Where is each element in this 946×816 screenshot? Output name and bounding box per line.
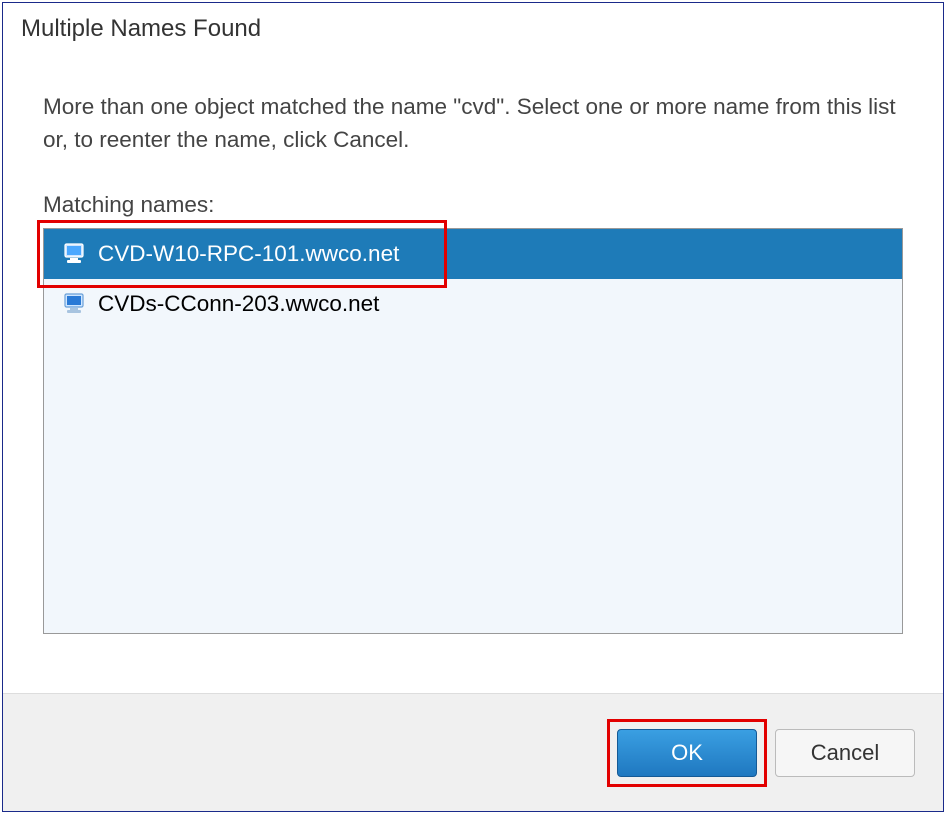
dialog-title: Multiple Names Found: [3, 3, 943, 43]
list-item-label: CVDs-CConn-203.wwco.net: [98, 291, 379, 317]
ok-button-wrap: OK: [617, 729, 757, 777]
list-container: CVD-W10-RPC-101.wwco.net CVDs-CConn-203.…: [43, 228, 903, 634]
multiple-names-dialog: Multiple Names Found More than one objec…: [2, 2, 944, 812]
dialog-message: More than one object matched the name "c…: [43, 91, 903, 156]
computer-icon: [62, 243, 86, 265]
dialog-footer: OK Cancel: [3, 693, 943, 811]
ok-button[interactable]: OK: [617, 729, 757, 777]
list-item[interactable]: CVD-W10-RPC-101.wwco.net: [44, 229, 902, 279]
cancel-button[interactable]: Cancel: [775, 729, 915, 777]
dialog-content: More than one object matched the name "c…: [3, 43, 943, 693]
list-item[interactable]: CVDs-CConn-203.wwco.net: [44, 279, 902, 329]
matching-names-list[interactable]: CVD-W10-RPC-101.wwco.net CVDs-CConn-203.…: [43, 228, 903, 634]
matching-names-label: Matching names:: [43, 192, 903, 218]
computer-icon: [62, 293, 86, 315]
list-item-label: CVD-W10-RPC-101.wwco.net: [98, 241, 399, 267]
